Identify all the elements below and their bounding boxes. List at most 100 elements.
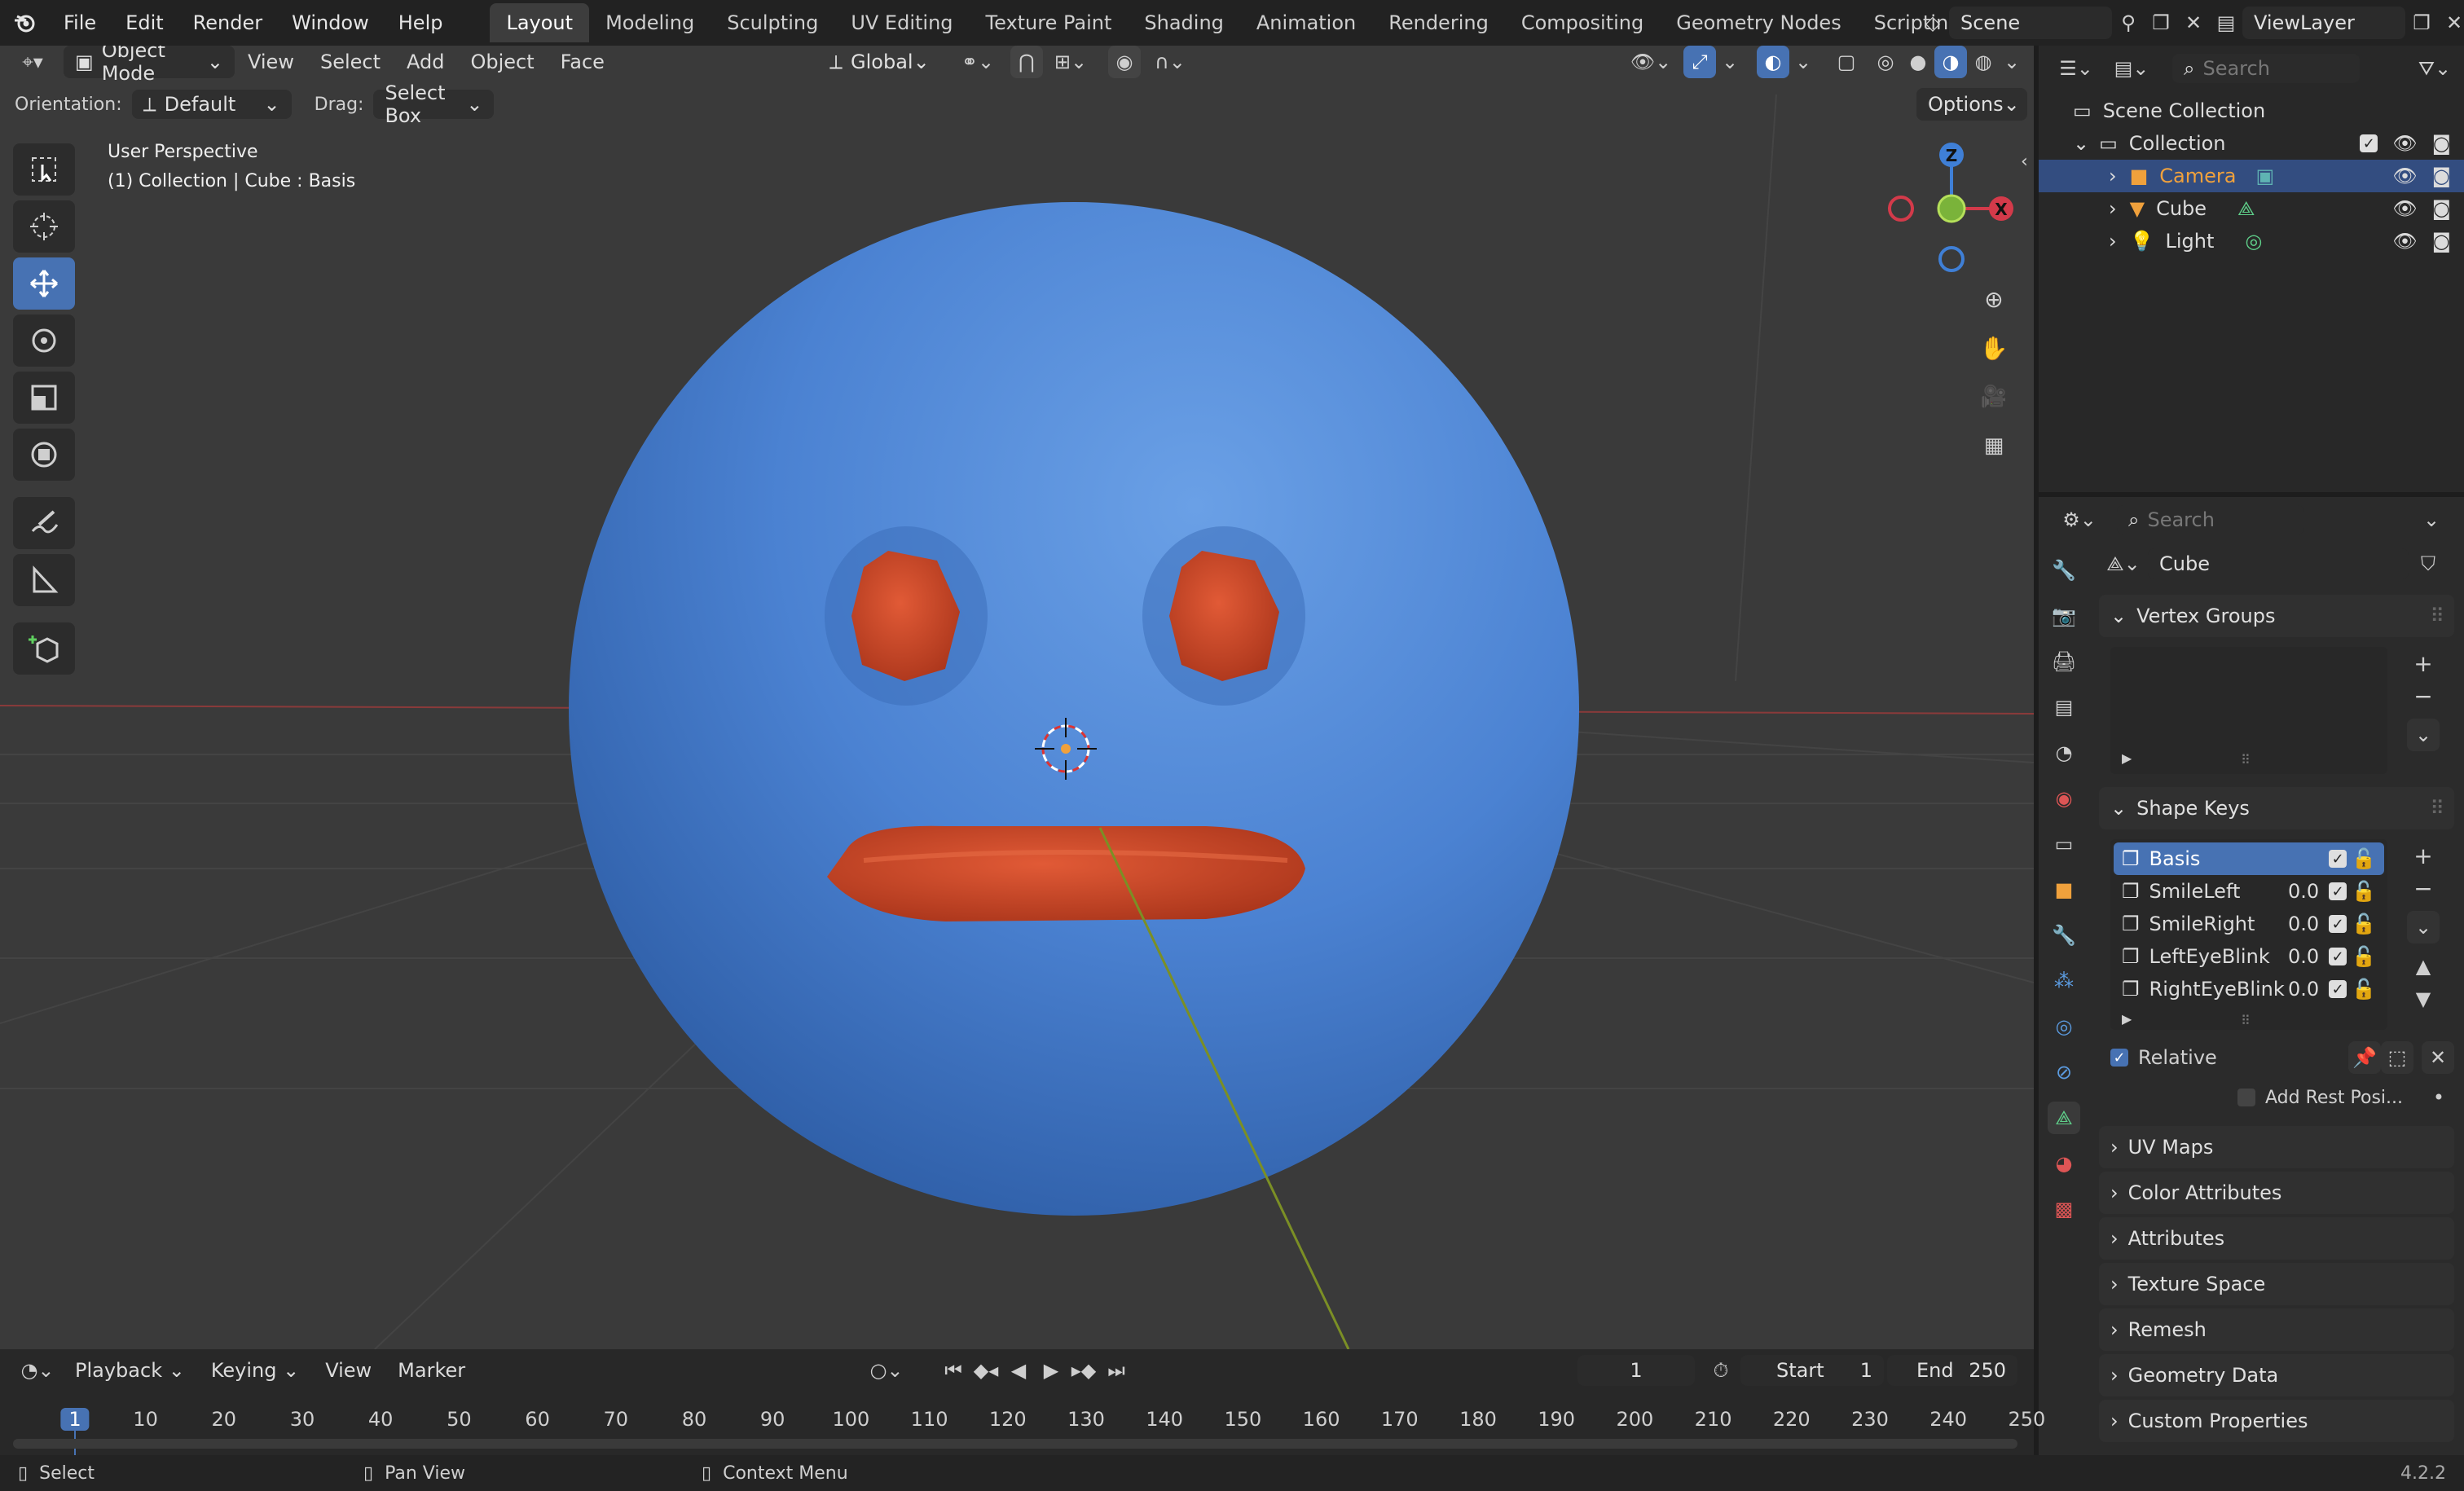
move-up-icon[interactable]: ▲ — [2407, 950, 2440, 983]
scene-selector[interactable]: ◇ Scene ⚲ ❐ ✕ — [1916, 7, 2210, 39]
rotate-tool-icon[interactable] — [13, 314, 75, 367]
lock-icon[interactable]: 🔓 — [2352, 913, 2376, 935]
add-shape-key-button[interactable]: + — [2407, 839, 2440, 872]
menu-render[interactable]: Render — [178, 0, 277, 46]
render-camera-icon[interactable]: ◙ — [2432, 132, 2451, 155]
menu-edit[interactable]: Edit — [111, 0, 178, 46]
mesh-name-field[interactable]: Cube — [2148, 548, 2409, 579]
shape-key-row[interactable]: ❐ RightEyeBlink 0.0 ✓ 🔓 — [2114, 973, 2384, 1005]
lock-icon[interactable]: 🔓 — [2352, 978, 2376, 1001]
color-attributes-header[interactable]: › Color Attributes — [2099, 1172, 2454, 1214]
tab-modeling[interactable]: Modeling — [589, 3, 711, 42]
scene-collection-row[interactable]: ▭ Scene Collection — [2039, 95, 2464, 127]
shape-key-value[interactable]: 0.0 — [2288, 945, 2319, 968]
mesh-data-icon[interactable]: ⟁ — [2237, 197, 2255, 220]
timeline-scrollbar[interactable] — [13, 1439, 2017, 1449]
shape-key-mute-checkbox[interactable]: ✓ — [2329, 882, 2347, 900]
viewlayer-icon[interactable]: ▤ — [2210, 7, 2242, 39]
resize-handle-icon[interactable]: ⠿ — [2241, 1013, 2251, 1028]
chevron-right-icon[interactable]: › — [2109, 197, 2117, 220]
transform-tool-icon[interactable] — [13, 429, 75, 481]
solid-shading-icon[interactable]: ● — [1902, 46, 1934, 78]
resize-handle-icon[interactable]: ⠿ — [2241, 752, 2251, 767]
scene-tab-icon[interactable]: ◔ — [2048, 737, 2080, 769]
add-rest-checkbox[interactable] — [2237, 1089, 2255, 1106]
mesh-data-tab-icon[interactable]: ⟁ — [2048, 1102, 2080, 1134]
chevron-down-icon[interactable]: ⌄ — [2415, 504, 2448, 536]
add-vertex-group-button[interactable]: + — [2407, 647, 2440, 680]
shape-key-row[interactable]: ❐ SmileLeft 0.0 ✓ 🔓 — [2114, 875, 2384, 908]
tab-layout[interactable]: Layout — [490, 3, 590, 42]
custom-properties-header[interactable]: › Custom Properties — [2099, 1400, 2454, 1442]
transform-orientation-dropdown[interactable]: ⟂ Global ⌄ — [818, 46, 940, 78]
rendered-shading-icon[interactable]: ◍ — [1967, 46, 2000, 78]
outliner-item-cube[interactable]: › ▼ Cube ⟁ 👁 ◙ — [2039, 192, 2464, 225]
constraints-tab-icon[interactable]: ⊘ — [2048, 1056, 2080, 1089]
grid-toggle-icon[interactable]: ▦ — [1973, 425, 2014, 466]
lock-icon[interactable]: 🔓 — [2352, 880, 2376, 903]
scene-icon[interactable]: ◇ — [1916, 7, 1949, 39]
shape-key-value[interactable]: 0.0 — [2288, 978, 2319, 1001]
lock-icon[interactable]: 🔓 — [2352, 847, 2376, 870]
vertex-groups-list[interactable]: ▶ ⠿ — [2110, 647, 2387, 774]
menu-select[interactable]: Select — [307, 46, 394, 78]
filter-icon[interactable]: ⛛⌄ — [2418, 52, 2451, 85]
geometry-data-header[interactable]: › Geometry Data — [2099, 1354, 2454, 1396]
shape-key-value[interactable]: 0.0 — [2288, 913, 2319, 935]
editor-type-icon[interactable]: ☰⌄ — [2052, 52, 2101, 85]
add-cube-tool-icon[interactable] — [13, 622, 75, 675]
collection-tab-icon[interactable]: ▭ — [2048, 828, 2080, 860]
blender-logo-icon[interactable] — [0, 0, 49, 46]
display-mode-icon[interactable]: ▤⌄ — [2107, 52, 2156, 85]
menu-object[interactable]: Object — [457, 46, 547, 78]
tab-geometry-nodes[interactable]: Geometry Nodes — [1660, 3, 1857, 42]
close-icon[interactable]: ✕ — [2177, 7, 2210, 39]
close-icon[interactable]: ✕ — [2438, 7, 2464, 39]
render-camera-icon[interactable]: ◙ — [2432, 230, 2451, 253]
chevron-right-icon[interactable]: › — [2109, 230, 2117, 253]
hand-pan-icon[interactable]: ✋ — [1973, 328, 2014, 368]
keyframe-dot-icon[interactable]: • — [2433, 1086, 2444, 1109]
render-camera-icon[interactable]: ◙ — [2432, 165, 2451, 187]
render-tab-icon[interactable]: 📷 — [2048, 600, 2080, 632]
tab-compositing[interactable]: Compositing — [1505, 3, 1660, 42]
vertex-groups-header[interactable]: ⌄ Vertex Groups ⠿ — [2099, 595, 2454, 637]
measure-tool-icon[interactable] — [13, 554, 75, 606]
fake-user-shield-icon[interactable]: ⛉ — [2412, 548, 2444, 580]
outliner-search-input[interactable]: ⌕ Search — [2172, 54, 2360, 83]
shape-key-mute-checkbox[interactable]: ✓ — [2329, 948, 2347, 965]
chevron-right-icon[interactable]: › — [2109, 165, 2117, 187]
modifier-tab-icon[interactable]: 🔧 — [2048, 919, 2080, 952]
lock-icon[interactable]: 🔓 — [2352, 945, 2376, 968]
expand-icon[interactable]: ▶ — [2122, 750, 2132, 766]
shape-key-mute-checkbox[interactable]: ✓ — [2329, 980, 2347, 998]
new-viewlayer-icon[interactable]: ❐ — [2405, 7, 2438, 39]
editor-type-icon[interactable]: ⌖▾ — [8, 46, 57, 78]
menu-file[interactable]: File — [49, 0, 111, 46]
exclude-checkbox[interactable]: ✓ — [2360, 134, 2378, 152]
pivot-icon[interactable]: ⚭⌄ — [953, 46, 1002, 78]
xray-toggle-icon[interactable]: ▢ — [1830, 46, 1863, 78]
shape-key-value[interactable]: 0.0 — [2288, 880, 2319, 903]
tab-uv-editing[interactable]: UV Editing — [834, 3, 969, 42]
shape-keys-header[interactable]: ⌄ Shape Keys ⠿ — [2099, 787, 2454, 829]
drag-handle-icon[interactable]: ⠿ — [2430, 605, 2444, 627]
shape-key-row[interactable]: ❐ Basis ✓ 🔓 — [2114, 842, 2384, 875]
camera-view-icon[interactable]: 🎥 — [1973, 376, 2014, 417]
chevron-down-icon[interactable]: ⌄ — [2000, 46, 2024, 78]
viewlayer-selector[interactable]: ▤ ViewLayer ❐ ✕ — [2210, 7, 2464, 39]
vertex-group-specials-button[interactable]: ⌄ — [2407, 719, 2440, 751]
shape-key-mute-checkbox[interactable]: ✓ — [2329, 915, 2347, 933]
editor-type-icon[interactable]: ⚙⌄ — [2055, 504, 2104, 536]
eye-icon[interactable]: 👁 — [2392, 132, 2417, 155]
attributes-header[interactable]: › Attributes — [2099, 1217, 2454, 1260]
output-tab-icon[interactable]: 🖨 — [2048, 645, 2080, 678]
edit-mode-icon[interactable]: ⬚ — [2381, 1041, 2413, 1074]
pin-icon[interactable]: ⚲ — [2112, 7, 2145, 39]
viewlayer-name-field[interactable]: ViewLayer — [2242, 7, 2405, 39]
remove-vertex-group-button[interactable]: − — [2407, 680, 2440, 712]
texture-tab-icon[interactable]: ▩ — [2048, 1193, 2080, 1225]
new-scene-icon[interactable]: ❐ — [2145, 7, 2177, 39]
outliner-item-camera[interactable]: › ■ Camera ▣ 👁 ◙ — [2039, 160, 2464, 192]
scene-name-field[interactable]: Scene — [1949, 7, 2112, 39]
